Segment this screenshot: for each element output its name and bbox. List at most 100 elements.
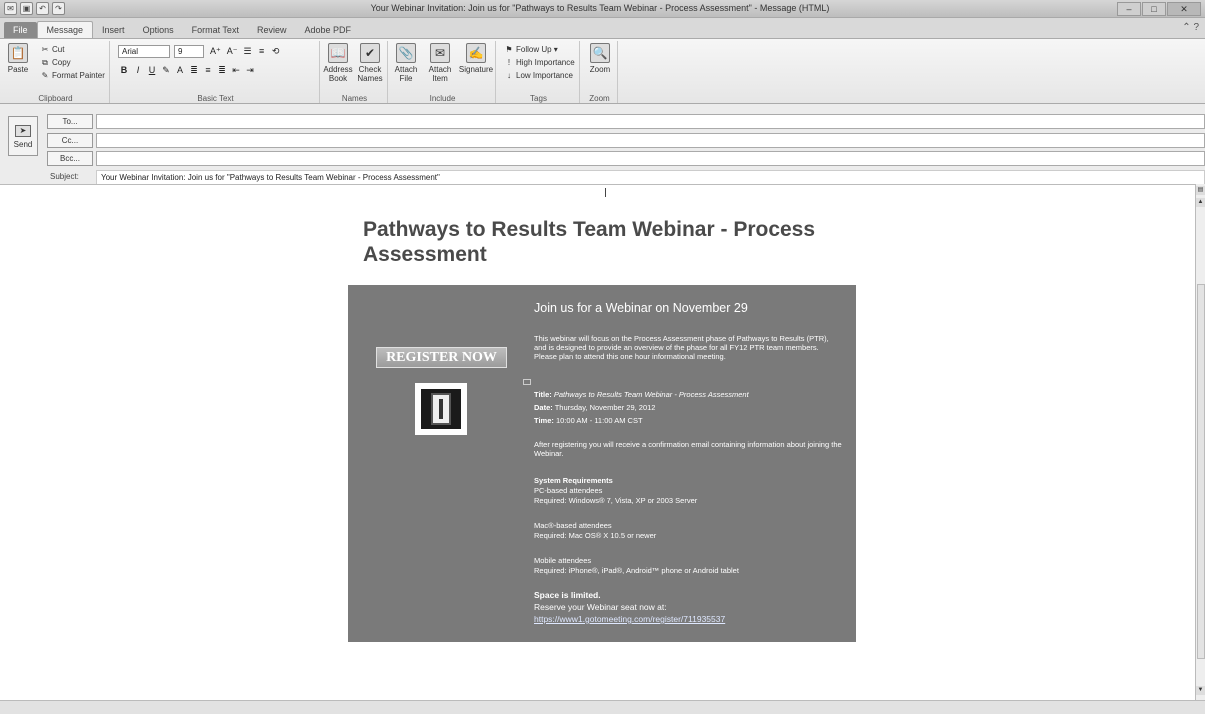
- window-controls: – □ ✕: [1117, 2, 1201, 16]
- bcc-button[interactable]: Bcc...: [47, 151, 93, 166]
- space-limited: Space is limited.: [534, 590, 601, 600]
- copy-button[interactable]: ⧉ Copy: [40, 58, 71, 68]
- email-heading: Pathways to Results Team Webinar - Proce…: [363, 218, 816, 266]
- ruler-toggle-icon[interactable]: ▤: [1196, 186, 1205, 195]
- address-book-icon: 📖: [328, 43, 348, 63]
- university-logo: [415, 383, 467, 435]
- window-title: Your Webinar Invitation: Join us for "Pa…: [370, 3, 830, 13]
- tab-file[interactable]: File: [4, 22, 37, 38]
- check-names-button[interactable]: ✔ Check Names: [354, 43, 386, 83]
- decrease-indent-icon[interactable]: ⇤: [232, 65, 240, 76]
- paperclip-icon: 📎: [396, 43, 416, 63]
- names-label: Names: [341, 94, 368, 103]
- align-center-icon[interactable]: ≡: [204, 65, 212, 76]
- envelope-icon: ✉: [430, 43, 450, 63]
- subject-field[interactable]: Your Webinar Invitation: Join us for "Pa…: [96, 170, 1205, 185]
- brush-icon: ✎: [41, 71, 49, 80]
- to-button[interactable]: To...: [47, 114, 93, 129]
- image-placeholder-icon: [523, 379, 531, 385]
- pc-label: PC-based attendees: [534, 486, 603, 495]
- zoom-button[interactable]: 🔍 Zoom: [584, 43, 616, 74]
- send-button[interactable]: ➤ Send: [8, 116, 38, 156]
- system-requirements-heading: System Requirements: [534, 476, 613, 485]
- tab-format-text[interactable]: Format Text: [183, 22, 248, 38]
- mac-requirements: Required: Mac OS® X 10.5 or newer: [534, 531, 657, 540]
- save-icon[interactable]: ▣: [20, 2, 33, 15]
- intro-text: This webinar will focus on the Process A…: [534, 334, 829, 361]
- tags-group: ⚑ Follow Up ▾ ! High Importance ↓ Low Impor…: [498, 41, 580, 103]
- pc-requirements: Required: Windows® 7, Vista, XP or 2003 …: [534, 496, 698, 505]
- paste-icon: 📋: [8, 43, 28, 63]
- subject-label: Subject:: [50, 172, 79, 181]
- after-register-text: After registering you will receive a con…: [534, 440, 842, 458]
- minimize-button[interactable]: –: [1117, 2, 1141, 16]
- zoom-label: Zoom: [589, 94, 610, 103]
- address-book-button[interactable]: 📖 Address Book: [322, 43, 354, 83]
- signature-button[interactable]: ✍ Signature: [458, 43, 494, 74]
- close-button[interactable]: ✕: [1167, 2, 1201, 16]
- ribbon-tabs: File Message Insert Options Format Text …: [0, 18, 1205, 38]
- redo-icon[interactable]: ↷: [52, 2, 65, 15]
- reserve-text: Reserve your Webinar seat now at:: [534, 602, 667, 612]
- cc-button[interactable]: Cc...: [47, 133, 93, 148]
- tab-message[interactable]: Message: [36, 21, 94, 38]
- tab-insert[interactable]: Insert: [93, 22, 134, 38]
- grow-font-icon[interactable]: A⁺: [210, 46, 221, 57]
- signature-icon: ✍: [466, 43, 486, 63]
- vertical-scrollbar[interactable]: ▤ ▲ ▼: [1195, 184, 1205, 700]
- scissors-icon: ✂: [41, 45, 49, 54]
- tab-adobe-pdf[interactable]: Adobe PDF: [295, 22, 360, 38]
- down-arrow-icon: ↓: [507, 71, 511, 80]
- registration-link[interactable]: https://www1.gotomeeting.com/register/71…: [534, 615, 725, 624]
- numbering-icon[interactable]: ≡: [258, 46, 266, 57]
- outlook-icon[interactable]: ✉: [4, 2, 17, 15]
- paste-button[interactable]: 📋 Paste: [2, 43, 34, 74]
- help-icon[interactable]: ⌃ ?: [1182, 22, 1199, 33]
- font-size-tools: A⁺ A⁻ ☰ ≡ ⟲: [210, 46, 280, 57]
- highlight-icon[interactable]: ✎: [162, 65, 170, 76]
- attach-item-button[interactable]: ✉ Attach Item: [424, 43, 456, 83]
- tab-options[interactable]: Options: [134, 22, 183, 38]
- font-size-select[interactable]: 9: [174, 45, 204, 58]
- italic-icon[interactable]: I: [134, 65, 142, 76]
- clipboard-label: Clipboard: [38, 94, 73, 103]
- copy-icon: ⧉: [42, 58, 48, 67]
- align-right-icon[interactable]: ≣: [218, 65, 226, 76]
- undo-icon[interactable]: ↶: [36, 2, 49, 15]
- underline-icon[interactable]: U: [148, 65, 156, 76]
- check-names-icon: ✔: [360, 43, 380, 63]
- mobile-label: Mobile attendees: [534, 556, 592, 565]
- text-cursor: [605, 188, 606, 197]
- clear-formatting-icon[interactable]: ⟲: [272, 46, 280, 57]
- status-bar: [0, 700, 1205, 714]
- low-importance-button[interactable]: ↓ Low Importance: [504, 71, 573, 80]
- to-field[interactable]: [96, 114, 1205, 129]
- cc-field[interactable]: [96, 133, 1205, 148]
- tab-review[interactable]: Review: [248, 22, 296, 38]
- mac-label: Mac®-based attendees: [534, 521, 612, 530]
- bullets-icon[interactable]: ☰: [244, 46, 252, 57]
- message-header: ➤ Send To... Cc... Bcc... Subject: Your …: [0, 104, 1205, 185]
- cut-button[interactable]: ✂ Cut: [40, 45, 65, 54]
- bold-icon[interactable]: B: [120, 65, 128, 76]
- title-line: Title: Pathways to Results Team Webinar …: [534, 390, 749, 399]
- maximize-button[interactable]: □: [1142, 2, 1166, 16]
- scroll-up-icon[interactable]: ▲: [1196, 198, 1205, 207]
- high-importance-button[interactable]: ! High Importance: [504, 58, 575, 67]
- exclamation-icon: !: [507, 58, 511, 67]
- font-name-select[interactable]: Arial: [118, 45, 170, 58]
- increase-indent-icon[interactable]: ⇥: [246, 65, 254, 76]
- align-left-icon[interactable]: ≣: [190, 65, 198, 76]
- follow-up-button[interactable]: ⚑ Follow Up ▾: [504, 45, 557, 54]
- bcc-field[interactable]: [96, 151, 1205, 166]
- basic-text-label: Basic Text: [197, 94, 234, 103]
- font-color-icon[interactable]: A: [176, 65, 184, 76]
- attach-file-button[interactable]: 📎 Attach File: [390, 43, 422, 83]
- register-now-button[interactable]: REGISTER NOW: [376, 347, 507, 368]
- scrollbar-thumb[interactable]: [1197, 284, 1205, 659]
- format-painter-button[interactable]: ✎ Format Painter: [40, 71, 105, 80]
- quick-access-toolbar: ✉ ▣ ↶ ↷: [4, 2, 65, 15]
- include-group: 📎 Attach File ✉ Attach Item ✍ Signature …: [390, 41, 496, 103]
- scroll-down-icon[interactable]: ▼: [1196, 686, 1205, 695]
- shrink-font-icon[interactable]: A⁻: [227, 46, 238, 57]
